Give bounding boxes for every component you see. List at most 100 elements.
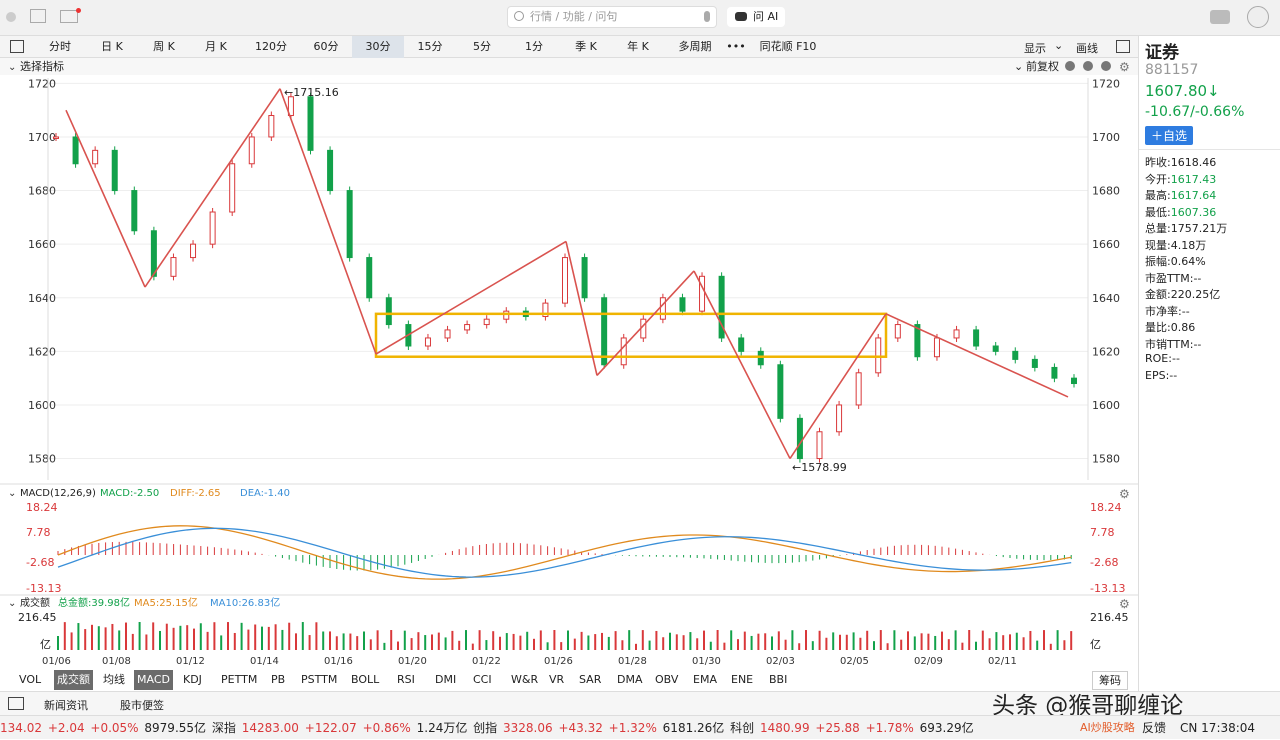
tab-3[interactable]: 月 K [190, 36, 242, 58]
ticker-item: +122.07 [304, 721, 361, 735]
indicator-tab-13[interactable]: VR [546, 670, 567, 690]
quote-label: 量比: [1145, 321, 1171, 334]
tab-notes[interactable]: 股市便签 [120, 697, 164, 713]
indicator-tab-12[interactable]: W&R [508, 670, 541, 690]
candle [620, 337, 627, 366]
skin-icon[interactable] [1210, 10, 1230, 24]
quote-value: 0.86 [1170, 321, 1196, 334]
quote-row: 振幅:0.64% [1145, 253, 1206, 269]
indicator-tab-9[interactable]: RSI [394, 670, 418, 690]
trend-arrow [596, 270, 695, 377]
avatar[interactable] [1247, 6, 1269, 28]
y-tick-left: 1620 [28, 345, 56, 358]
quote-value: 0.64% [1170, 255, 1206, 268]
close-icon[interactable] [1101, 61, 1111, 71]
indicator-tab-14[interactable]: SAR [576, 670, 604, 690]
quote-label: 今开: [1145, 172, 1171, 186]
sidebar-toggle-icon[interactable] [10, 40, 24, 53]
ai-guide-link[interactable]: AI炒股攻略 [1080, 716, 1135, 740]
indicator-tab-4[interactable]: KDJ [180, 670, 205, 690]
indicator-tab-0[interactable]: VOL [16, 670, 44, 690]
ticker-item: +43.32 [558, 721, 607, 735]
quote-row: 今开:1617.43 [1145, 171, 1216, 187]
macd-tick-left: -2.68 [26, 556, 54, 569]
tab-4[interactable]: 120分 [242, 36, 300, 58]
candle [248, 136, 255, 165]
indicator-tab-8[interactable]: BOLL [348, 670, 382, 690]
indicator-tab-19[interactable]: BBI [766, 670, 790, 690]
windows-icon[interactable] [30, 9, 46, 23]
tab-2[interactable]: 周 K [138, 36, 190, 58]
indicator-tab-10[interactable]: DMI [432, 670, 459, 690]
tab-8[interactable]: 5分 [456, 36, 508, 58]
ticker-item: 1480.99 [759, 721, 814, 735]
indicator-tab-17[interactable]: EMA [690, 670, 720, 690]
indicator-tab-2[interactable]: 均线 [100, 670, 128, 690]
panel-toggle-icon[interactable] [1116, 40, 1130, 53]
indicator-tab-3[interactable]: MACD [134, 670, 173, 690]
gear-icon[interactable]: ⚙ [1119, 487, 1130, 501]
zoom-in-icon[interactable] [1083, 61, 1093, 71]
quote-value: -- [1193, 337, 1202, 351]
candle [209, 211, 216, 245]
legend-item: 总金额:39.98亿 [58, 596, 130, 609]
add-watchlist-button[interactable]: ＋自选 [1145, 126, 1194, 145]
mic-icon[interactable] [704, 11, 710, 22]
collapse-icon[interactable]: ⌄ [8, 598, 16, 609]
tab-5[interactable]: 60分 [300, 36, 352, 58]
candle [111, 149, 118, 192]
collapse-icon[interactable]: ⌄ [8, 488, 16, 499]
panel-icon[interactable] [8, 697, 24, 710]
indicator-tab-5[interactable]: PETTM [218, 670, 260, 690]
trend-arrow [885, 313, 1069, 398]
y-tick-right: 1720 [1092, 77, 1120, 90]
collapse-icon[interactable]: ⌄ [8, 62, 16, 73]
display-menu[interactable]: 显示 [1024, 40, 1046, 56]
draw-line-button[interactable]: 画线 [1076, 40, 1098, 56]
stock-price: 1607.80↓ [1145, 82, 1220, 100]
indicator-tab-1[interactable]: 成交额 [54, 670, 93, 690]
indicator-tab-15[interactable]: DMA [614, 670, 646, 690]
tab-13[interactable]: ••• [726, 36, 746, 58]
indicator-tab-18[interactable]: ENE [728, 670, 756, 690]
zoom-out-icon[interactable] [1065, 61, 1075, 71]
macd-tick-left: 7.78 [26, 526, 51, 539]
quote-row: 市销TTM:-- [1145, 336, 1201, 352]
tab-6[interactable]: 30分 [352, 36, 404, 58]
tab-0[interactable]: 分时 [34, 36, 86, 58]
x-tick: 01/06 [42, 656, 71, 667]
tab-11[interactable]: 年 K [612, 36, 664, 58]
index-ticker: 134.02 +2.04 +0.05% 8979.55亿 深指 14283.00… [0, 715, 1280, 739]
candle [483, 318, 490, 326]
mail-icon[interactable] [60, 10, 78, 23]
stock-change: -10.67/-0.66% [1145, 104, 1245, 120]
tab-7[interactable]: 15分 [404, 36, 456, 58]
candle [562, 257, 568, 304]
select-indicator[interactable]: 选择指标 [20, 59, 64, 73]
quote-label: 金额: [1145, 288, 1171, 301]
indicator-tab-16[interactable]: OBV [652, 670, 681, 690]
ticker-item: 3328.06 [503, 721, 557, 735]
tab-10[interactable]: 季 K [560, 36, 612, 58]
indicator-tab-11[interactable]: CCI [470, 670, 495, 690]
fuquan-select[interactable]: 前复权 [1026, 59, 1059, 73]
gear-icon[interactable]: ⚙ [1119, 597, 1130, 611]
tab-news[interactable]: 新闻资讯 [44, 697, 88, 713]
ask-ai-button[interactable]: 问 AI [727, 7, 785, 27]
y-tick-left: 1580 [28, 453, 56, 466]
indicator-tab-7[interactable]: PSTTM [298, 670, 340, 690]
tab-1[interactable]: 日 K [86, 36, 138, 58]
candle [816, 431, 823, 460]
window-dot-icon[interactable] [6, 12, 16, 22]
tab-12[interactable]: 多周期 [664, 36, 726, 58]
feedback-button[interactable]: 反馈 [1142, 716, 1166, 740]
indicator-tab-6[interactable]: PB [268, 670, 288, 690]
x-tick: 02/03 [766, 656, 795, 667]
candle [229, 163, 236, 213]
tab-14[interactable]: 同花顺 F10 [746, 36, 830, 58]
search-input[interactable]: 行情 / 功能 / 问句 [507, 6, 717, 28]
gear-icon[interactable]: ⚙ [1119, 60, 1130, 74]
tab-9[interactable]: 1分 [508, 36, 560, 58]
ticker-item: +0.86% [362, 721, 415, 735]
macd-title: MACD(12,26,9) [20, 488, 96, 499]
